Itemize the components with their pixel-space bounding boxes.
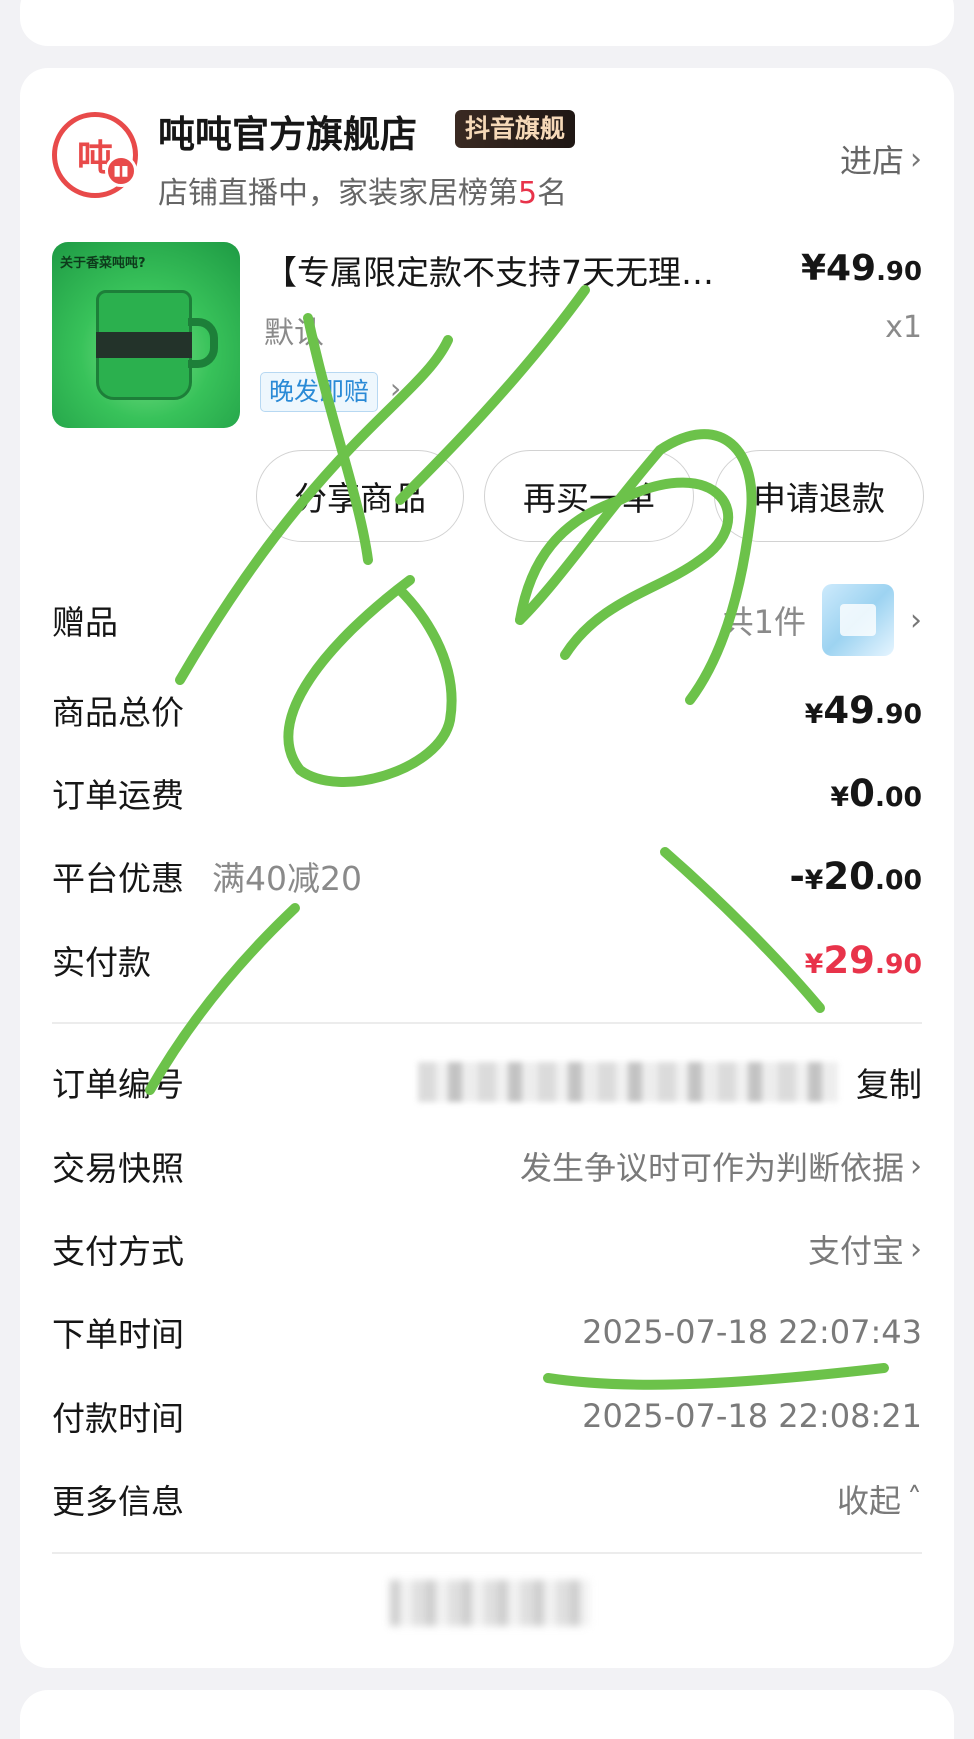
late-delivery-tag[interactable]: 晚发即赔 xyxy=(260,372,379,412)
payment-method-value: 支付宝 xyxy=(807,1232,904,1270)
discount-prefix: - xyxy=(789,854,805,898)
order-number-row: 订单编号 复制 xyxy=(52,1052,922,1112)
collapse-label: 收起 xyxy=(836,1482,901,1520)
pay-time-value: 2025-07-18 22:08:21 xyxy=(582,1397,922,1435)
discount-main: 20 xyxy=(823,854,875,898)
order-number-redacted xyxy=(418,1062,838,1102)
more-info-row[interactable]: 更多信息 收起 ˄ xyxy=(52,1469,922,1529)
redacted-footer xyxy=(390,1580,590,1626)
product-price: ¥49.90 xyxy=(801,248,922,289)
refund-button[interactable]: 申请退款 xyxy=(714,450,924,542)
shipping-decimal: .00 xyxy=(874,781,922,813)
enter-store-label: 进店 xyxy=(839,142,904,180)
gift-label: 赠品 xyxy=(52,603,118,642)
discount-value: -¥20.00 xyxy=(789,855,922,898)
snapshot-row[interactable]: 交易快照 发生争议时可作为判断依据 › xyxy=(52,1136,922,1196)
total-row: 商品总价 ¥49.90 xyxy=(52,680,922,740)
gift-info: 共1件 › xyxy=(722,584,922,656)
product-image-caption: 关于香菜吨吨? xyxy=(60,256,146,271)
collapse-toggle[interactable]: 收起 ˄ xyxy=(837,1476,922,1522)
discount-note: 满40减20 xyxy=(212,859,362,898)
total-value: ¥49.90 xyxy=(805,689,922,732)
copy-button[interactable]: 复制 xyxy=(856,1058,922,1106)
next-section-title: 服务保障 xyxy=(54,1730,190,1739)
shipping-label: 订单运费 xyxy=(52,776,184,815)
paid-decimal: .90 xyxy=(874,948,922,980)
next-card: 服务保障 xyxy=(20,1690,954,1739)
store-badge: 抖音旗舰 xyxy=(455,110,576,148)
discount-decimal: .00 xyxy=(874,864,922,896)
store-subtitle-prefix: 店铺直播中，家装家居榜第 xyxy=(158,176,518,211)
total-main: 49 xyxy=(823,688,875,732)
snapshot-value-wrap: 发生争议时可作为判断依据 › xyxy=(520,1143,922,1189)
discount-row: 平台优惠 满40减20 -¥20.00 xyxy=(52,846,922,906)
rebuy-button[interactable]: 再买一单 xyxy=(484,450,694,542)
gift-row[interactable]: 赠品 共1件 › xyxy=(52,584,922,656)
paid-value: ¥29.90 xyxy=(805,939,922,982)
mug-band xyxy=(96,332,192,358)
order-time-value: 2025-07-18 22:07:43 xyxy=(582,1313,922,1351)
order-number-value: 复制 xyxy=(418,1058,922,1106)
product-quantity: x1 xyxy=(885,310,922,345)
store-subtitle: 店铺直播中，家装家居榜第5名 xyxy=(158,168,567,212)
section-divider xyxy=(52,1022,922,1024)
shipping-value: ¥0.00 xyxy=(831,772,922,815)
product-price-main: ¥49 xyxy=(800,248,877,289)
currency-symbol: ¥ xyxy=(804,698,824,730)
discount-label: 平台优惠 xyxy=(52,859,184,898)
store-name[interactable]: 吨吨官方旗舰店 xyxy=(158,104,417,158)
total-decimal: .90 xyxy=(874,698,922,730)
chevron-right-icon: › xyxy=(910,602,922,638)
chevron-right-icon: › xyxy=(910,1148,922,1184)
paid-label: 实付款 xyxy=(52,943,151,982)
product-variant: 默认 xyxy=(264,316,324,351)
payment-method-label: 支付方式 xyxy=(52,1232,184,1271)
payment-method-value-wrap: 支付宝 › xyxy=(808,1226,922,1272)
gift-count: 共1件 xyxy=(721,603,806,641)
mug-handle xyxy=(188,318,218,368)
store-subtitle-suffix: 名 xyxy=(537,176,568,211)
chevron-right-icon: › xyxy=(910,141,922,177)
store-rank: 5 xyxy=(518,176,538,211)
previous-card xyxy=(20,0,954,46)
currency-symbol: ¥ xyxy=(804,864,824,896)
paid-row: 实付款 ¥29.90 xyxy=(52,930,922,990)
product-title[interactable]: 【专属限定款不支持7天无理… xyxy=(264,246,754,294)
pay-time-label: 付款时间 xyxy=(52,1399,184,1438)
chevron-up-icon: ˄ xyxy=(907,1481,922,1517)
gift-thumbnail xyxy=(822,584,894,656)
section-divider xyxy=(52,1552,922,1554)
store-logo[interactable]: 吨 ▮▮ xyxy=(52,112,138,198)
snapshot-value: 发生争议时可作为判断依据 xyxy=(519,1149,904,1187)
order-time-row: 下单时间 2025-07-18 22:07:43 xyxy=(52,1302,922,1362)
chevron-right-icon[interactable]: › xyxy=(390,372,401,405)
share-product-button[interactable]: 分享商品 xyxy=(256,450,464,542)
payment-method-row[interactable]: 支付方式 支付宝 › xyxy=(52,1219,922,1279)
live-indicator-icon: ▮▮ xyxy=(105,155,137,187)
chevron-right-icon: › xyxy=(910,1231,922,1267)
paid-main: 29 xyxy=(823,938,875,982)
shipping-row: 订单运费 ¥0.00 xyxy=(52,763,922,823)
currency-symbol: ¥ xyxy=(804,948,824,980)
order-number-label: 订单编号 xyxy=(52,1065,184,1104)
enter-store-button[interactable]: 进店 › xyxy=(840,136,922,182)
more-info-label: 更多信息 xyxy=(52,1482,184,1521)
product-price-decimal: .90 xyxy=(876,257,922,287)
currency-symbol: ¥ xyxy=(830,781,850,813)
product-image[interactable]: 关于香菜吨吨? xyxy=(52,242,240,428)
discount-left: 平台优惠 满40减20 xyxy=(52,852,362,900)
snapshot-label: 交易快照 xyxy=(52,1149,184,1188)
pay-time-row: 付款时间 2025-07-18 22:08:21 xyxy=(52,1386,922,1446)
total-label: 商品总价 xyxy=(52,693,184,732)
shipping-main: 0 xyxy=(849,771,875,815)
order-time-label: 下单时间 xyxy=(52,1315,184,1354)
